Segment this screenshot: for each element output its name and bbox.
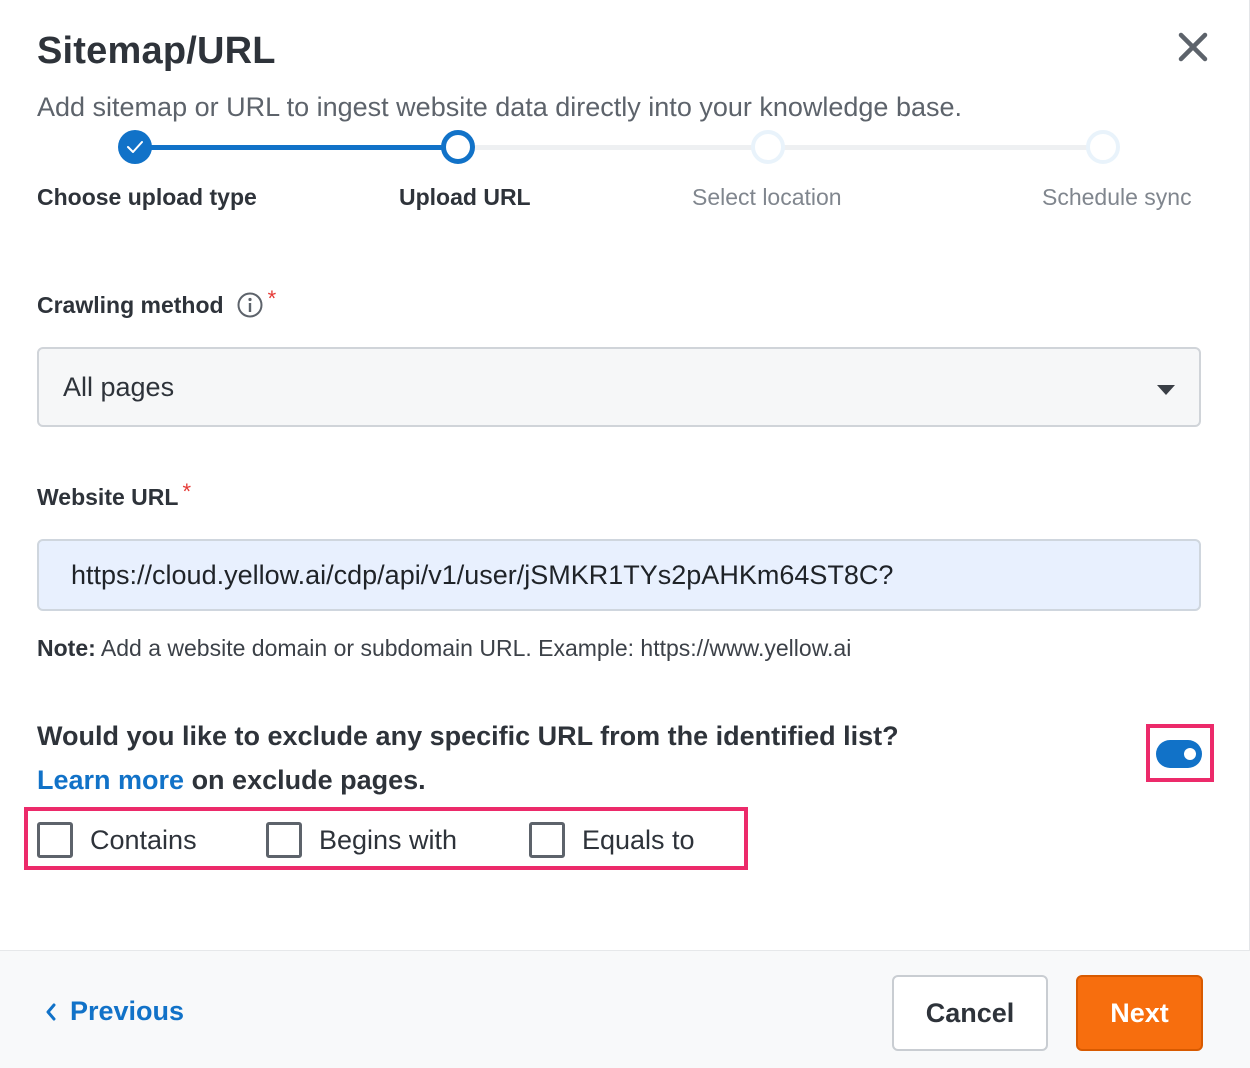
learn-more-suffix: on exclude pages. [184,765,426,795]
next-button[interactable]: Next [1076,975,1203,1051]
dialog-title: Sitemap/URL [37,30,276,72]
required-asterisk: * [182,478,191,504]
previous-label: Previous [70,996,185,1026]
info-icon[interactable] [236,291,264,319]
note-prefix: Note: [37,635,96,661]
step-3-pending-dot [751,130,785,164]
website-url-input[interactable] [37,539,1201,611]
checkbox-box[interactable] [37,822,73,858]
close-icon[interactable] [1172,26,1214,68]
equals-to-label: Equals to [582,824,695,855]
crawling-method-select[interactable]: All pages [37,347,1201,427]
step-label-upload-url: Upload URL [399,184,531,210]
step-2-active-dot [441,130,475,164]
check-icon [127,141,143,153]
note-text: Add a website domain or subdomain URL. E… [95,635,852,661]
step-label-schedule-sync: Schedule sync [1042,184,1192,210]
chevron-left-icon [46,1003,56,1020]
checkbox-box[interactable] [529,822,565,858]
website-url-label-text: Website URL [37,484,179,510]
cancel-button[interactable]: Cancel [892,975,1048,1051]
step-label-select-location: Select location [692,184,842,210]
crawling-method-label-text: Crawling method [37,291,224,318]
equals-to-checkbox[interactable]: Equals to [529,822,695,858]
sitemap-url-dialog: Sitemap/URL Add sitemap or URL to ingest… [0,0,1250,1068]
required-asterisk: * [267,286,277,311]
website-url-label: Website URL * [37,479,191,511]
begins-with-label: Begins with [319,824,458,855]
contains-checkbox[interactable]: Contains [37,822,197,858]
crawling-method-label: Crawling method * [37,286,276,319]
dialog-subtitle: Add sitemap or URL to ingest website dat… [37,92,963,122]
step-label-choose-upload-type: Choose upload type [37,184,257,210]
exclude-question-text: Would you like to exclude any specific U… [37,721,899,751]
exclude-urls-toggle[interactable] [1156,740,1202,768]
learn-more-link[interactable]: Learn more [37,765,184,795]
stepper-progress-completed [136,145,458,150]
toggle-knob [1184,748,1196,760]
dialog-footer [0,950,1250,1068]
exclude-question: Would you like to exclude any specific U… [37,714,899,802]
crawling-method-selected-value: All pages [63,371,175,402]
previous-button[interactable]: Previous [44,996,184,1027]
begins-with-checkbox[interactable]: Begins with [266,822,457,858]
contains-label: Contains [90,824,197,855]
checkbox-box[interactable] [266,822,302,858]
step-4-pending-dot [1086,130,1120,164]
url-note: Note: Add a website domain or subdomain … [37,635,851,662]
step-1-completed-dot [118,130,152,164]
caret-down-icon [1157,385,1175,395]
